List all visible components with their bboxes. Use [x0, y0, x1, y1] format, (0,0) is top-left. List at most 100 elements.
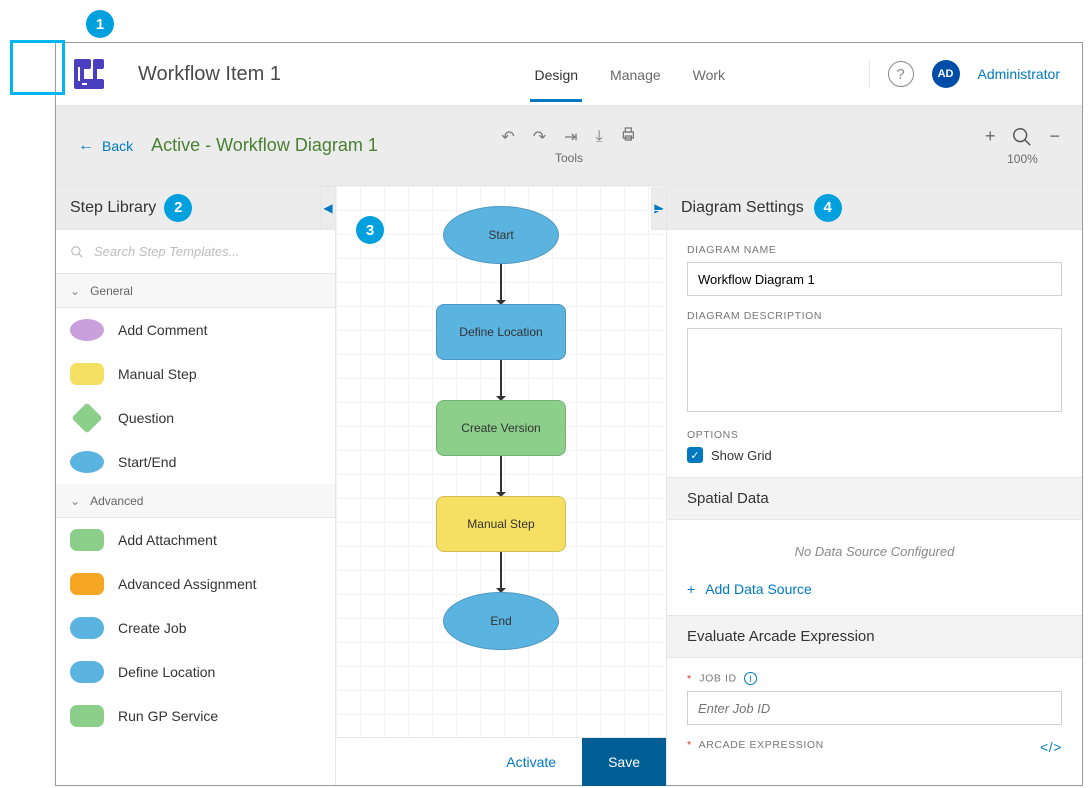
- form-diagram-desc: DIAGRAM DESCRIPTION: [667, 310, 1082, 429]
- form-options: OPTIONS ✓ Show Grid: [667, 429, 1082, 477]
- job-id-label: * JOB ID i: [687, 672, 1062, 685]
- show-grid-row[interactable]: ✓ Show Grid: [687, 447, 1062, 463]
- align-horizontal-icon[interactable]: ⇥: [564, 127, 577, 147]
- arrow: [500, 360, 502, 400]
- step-create-job[interactable]: Create Job: [56, 606, 335, 650]
- step-label: Create Job: [118, 620, 186, 636]
- collapse-left-icon[interactable]: ◀: [320, 186, 336, 230]
- tab-manage[interactable]: Manage: [606, 47, 665, 102]
- tab-design[interactable]: Design: [530, 47, 582, 102]
- search-row: [56, 230, 335, 274]
- step-label: Manual Step: [118, 366, 197, 382]
- back-label: Back: [102, 138, 133, 154]
- options-label: OPTIONS: [687, 429, 1062, 441]
- activate-button[interactable]: Activate: [480, 738, 582, 786]
- general-list: Add Comment Manual Step Question Start/E…: [56, 308, 335, 484]
- add-data-source-button[interactable]: + Add Data Source: [667, 575, 1082, 615]
- node-manual-step[interactable]: Manual Step: [436, 496, 566, 552]
- back-arrow-icon: ←: [78, 137, 94, 155]
- redo-icon[interactable]: ↷: [533, 127, 546, 147]
- save-button[interactable]: Save: [582, 738, 666, 786]
- diamond-icon: [71, 402, 102, 433]
- app-logo[interactable]: [66, 51, 112, 97]
- header-right: ? AD Administrator: [869, 60, 1060, 88]
- canvas-footer: Activate Save: [336, 737, 666, 785]
- info-icon[interactable]: i: [744, 672, 757, 685]
- help-icon[interactable]: ?: [888, 61, 914, 87]
- spatial-data-header: Spatial Data: [667, 477, 1082, 520]
- user-name[interactable]: Administrator: [978, 66, 1060, 82]
- zoom-out-button[interactable]: −: [1049, 126, 1060, 147]
- ellipse-icon: [70, 451, 104, 473]
- diagram-desc-input[interactable]: [687, 328, 1062, 412]
- arrow: [500, 552, 502, 592]
- diagram-settings-title: Diagram Settings: [681, 199, 804, 217]
- diagram-name-label: DIAGRAM NAME: [687, 244, 1062, 256]
- step-label: Add Attachment: [118, 532, 217, 548]
- rounded-rect-icon: [70, 529, 104, 551]
- step-add-comment[interactable]: Add Comment: [56, 308, 335, 352]
- form-job-id: * JOB ID i: [667, 658, 1082, 739]
- rounded-rect-icon: [70, 573, 104, 595]
- step-start-end[interactable]: Start/End: [56, 440, 335, 484]
- advanced-list: Add Attachment Advanced Assignment Creat…: [56, 518, 335, 738]
- category-general-label: General: [90, 284, 133, 298]
- canvas[interactable]: Start Define Location Create Version Man…: [336, 186, 666, 737]
- search-icon[interactable]: [1011, 126, 1033, 148]
- app-header: Workflow Item 1 Design Manage Work ? AD …: [56, 43, 1082, 106]
- tools-label: Tools: [555, 151, 583, 165]
- plus-icon: +: [687, 581, 695, 597]
- pill-icon: [70, 661, 104, 683]
- callout-2: 2: [164, 194, 192, 222]
- callout-1: 1: [86, 10, 114, 38]
- show-grid-label: Show Grid: [711, 448, 772, 463]
- step-add-attachment[interactable]: Add Attachment: [56, 518, 335, 562]
- undo-icon[interactable]: ↶: [501, 127, 514, 147]
- node-start[interactable]: Start: [443, 206, 559, 264]
- code-icon[interactable]: </>: [1040, 739, 1062, 755]
- header-divider: [869, 60, 870, 88]
- diagram-settings-header: Diagram Settings 4: [667, 186, 1082, 230]
- workflow-logo-icon: [71, 56, 107, 92]
- required-icon: *: [687, 673, 692, 685]
- form-arcade: * ARCADE EXPRESSION </>: [667, 739, 1082, 761]
- tab-work[interactable]: Work: [689, 47, 729, 102]
- node-create-version[interactable]: Create Version: [436, 400, 566, 456]
- job-id-label-text: JOB ID: [699, 673, 736, 685]
- node-end[interactable]: End: [443, 592, 559, 650]
- step-run-gp-service[interactable]: Run GP Service: [56, 694, 335, 738]
- ellipse-icon: [70, 319, 104, 341]
- search-input[interactable]: [92, 243, 321, 260]
- step-question[interactable]: Question: [56, 396, 335, 440]
- arcade-header: Evaluate Arcade Expression: [667, 615, 1082, 658]
- back-button[interactable]: ← Back: [78, 137, 133, 155]
- step-label: Advanced Assignment: [118, 576, 257, 592]
- diagram-name-input[interactable]: [687, 262, 1062, 296]
- zoom-in-button[interactable]: +: [985, 126, 996, 147]
- category-advanced-label: Advanced: [90, 494, 143, 508]
- form-diagram-name: DIAGRAM NAME: [667, 230, 1082, 310]
- step-label: Run GP Service: [118, 708, 218, 724]
- job-id-input[interactable]: [687, 691, 1062, 725]
- toolbar: ← Back Active - Workflow Diagram 1 ↶ ↷ ⇥…: [56, 106, 1082, 186]
- node-define-location[interactable]: Define Location: [436, 304, 566, 360]
- pill-icon: [70, 617, 104, 639]
- app-frame: Workflow Item 1 Design Manage Work ? AD …: [55, 42, 1083, 786]
- diagram-title: Active - Workflow Diagram 1: [151, 135, 378, 156]
- step-advanced-assignment[interactable]: Advanced Assignment: [56, 562, 335, 606]
- avatar[interactable]: AD: [932, 60, 960, 88]
- category-advanced[interactable]: ⌄ Advanced: [56, 484, 335, 518]
- step-label: Add Comment: [118, 322, 207, 338]
- step-define-location[interactable]: Define Location: [56, 650, 335, 694]
- step-manual-step[interactable]: Manual Step: [56, 352, 335, 396]
- category-general[interactable]: ⌄ General: [56, 274, 335, 308]
- no-source-text: No Data Source Configured: [667, 520, 1082, 575]
- chevron-down-icon: ⌄: [70, 284, 80, 298]
- arcade-label: * ARCADE EXPRESSION </>: [687, 739, 1062, 751]
- diagram-desc-label: DIAGRAM DESCRIPTION: [687, 310, 1062, 322]
- arrow: [500, 456, 502, 496]
- rounded-rect-icon: [70, 705, 104, 727]
- print-icon[interactable]: [621, 126, 637, 147]
- canvas-wrap: ▶ ▶ 3 Start Define Location Create Versi…: [336, 186, 666, 785]
- align-vertical-icon[interactable]: ⤓: [596, 128, 603, 146]
